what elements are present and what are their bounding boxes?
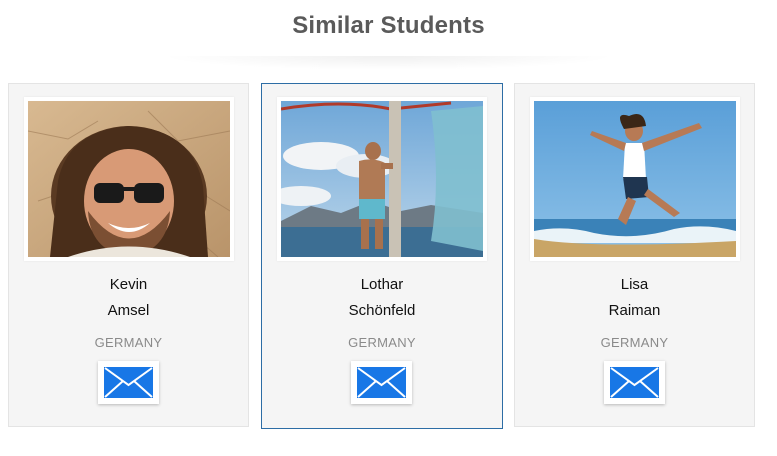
student-card-kevin[interactable]: Kevin Amsel GERMANY: [8, 83, 249, 427]
student-first-name: Kevin: [109, 276, 148, 293]
beach-jump-photo-icon: [534, 101, 736, 257]
student-country: GERMANY: [600, 335, 669, 350]
student-first-name: Lothar: [360, 276, 404, 293]
section-title: Similar Students: [292, 12, 485, 39]
student-photo-frame: [24, 97, 234, 261]
student-photo-frame: [277, 97, 487, 261]
portrait-photo-icon: [28, 101, 230, 257]
student-last-name: Raiman: [608, 302, 661, 319]
similar-students-section: Similar Students Kevin Amsel GERMANY Lot…: [0, 0, 777, 456]
student-last-name: Amsel: [107, 302, 150, 319]
contact-button[interactable]: [351, 361, 412, 404]
student-country: GERMANY: [348, 335, 416, 350]
student-photo[interactable]: [28, 101, 230, 257]
student-country: GERMANY: [94, 335, 163, 350]
envelope-icon: [104, 367, 153, 398]
student-card-lisa[interactable]: Lisa Raiman GERMANY: [514, 83, 755, 427]
student-photo[interactable]: [281, 101, 483, 257]
title-divider-shadow: [160, 56, 617, 70]
student-photo-frame: [530, 97, 740, 261]
student-card-lothar[interactable]: Lothar Schönfeld GERMANY: [261, 83, 503, 429]
contact-button[interactable]: [98, 361, 159, 404]
beach-photo-icon: [281, 101, 483, 257]
student-photo[interactable]: [534, 101, 736, 257]
student-first-name: Lisa: [620, 276, 649, 293]
student-last-name: Schönfeld: [348, 302, 416, 319]
envelope-icon: [610, 367, 659, 398]
envelope-icon: [357, 367, 406, 398]
contact-button[interactable]: [604, 361, 665, 404]
student-card-list: Kevin Amsel GERMANY Lothar Schönfeld GER…: [8, 83, 768, 429]
